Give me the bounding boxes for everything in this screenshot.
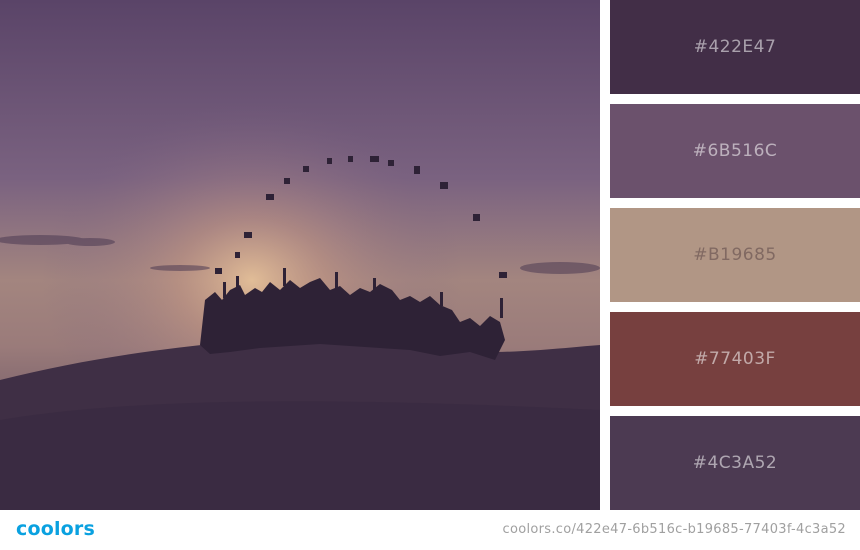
color-swatch-1[interactable]: #422E47: [610, 0, 860, 94]
footer: coolors coolors.co/422e47-6b516c-b19685-…: [0, 510, 860, 550]
swatch-hex-label: #422E47: [693, 37, 777, 57]
color-swatch-3[interactable]: #B19685: [610, 208, 860, 302]
palette-photo: [0, 0, 600, 510]
palette-swatches: #422E47 #6B516C #B19685 #77403F #4C3A52: [610, 0, 860, 510]
graduation-silhouette-image: [0, 0, 600, 510]
color-swatch-2[interactable]: #6B516C: [610, 104, 860, 198]
coolors-logo[interactable]: coolors: [16, 518, 95, 540]
swatch-hex-label: #6B516C: [692, 141, 778, 161]
color-swatch-4[interactable]: #77403F: [610, 312, 860, 406]
swatch-hex-label: #B19685: [693, 245, 777, 265]
swatch-hex-label: #77403F: [694, 349, 776, 369]
color-swatch-5[interactable]: #4C3A52: [610, 416, 860, 510]
palette-url[interactable]: coolors.co/422e47-6b516c-b19685-77403f-4…: [503, 522, 846, 537]
swatch-hex-label: #4C3A52: [692, 453, 778, 473]
